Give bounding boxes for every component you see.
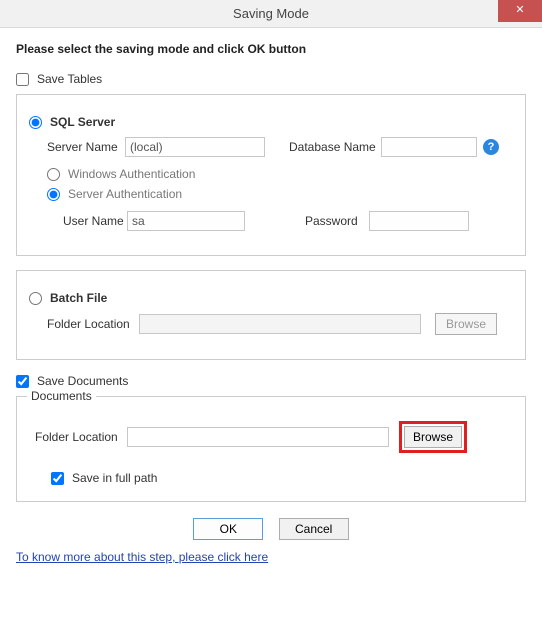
- help-link-row: To know more about this step, please cli…: [16, 550, 526, 564]
- batch-file-group: Batch File Folder Location Browse: [16, 270, 526, 360]
- ok-button[interactable]: OK: [193, 518, 263, 540]
- documents-folder-input[interactable]: [127, 427, 389, 447]
- server-auth-label: Server Authentication: [68, 187, 182, 201]
- windows-auth-radio[interactable]: [47, 168, 60, 181]
- windows-auth-row: Windows Authentication: [47, 167, 513, 181]
- server-name-input[interactable]: [125, 137, 265, 157]
- username-input[interactable]: [127, 211, 245, 231]
- batch-browse-button: Browse: [435, 313, 497, 335]
- database-name-input[interactable]: [381, 137, 477, 157]
- save-tables-label: Save Tables: [37, 72, 102, 86]
- instruction-heading: Please select the saving mode and click …: [16, 42, 526, 56]
- password-input[interactable]: [369, 211, 469, 231]
- batch-file-radio[interactable]: [29, 292, 42, 305]
- sql-server-panel: Server Name Database Name ? Windows Auth…: [29, 137, 513, 231]
- server-auth-radio[interactable]: [47, 188, 60, 201]
- documents-folder-label: Folder Location: [35, 430, 127, 444]
- browse-highlight: Browse: [399, 421, 467, 453]
- close-button[interactable]: ✕: [498, 0, 542, 22]
- server-name-label: Server Name: [47, 140, 125, 154]
- documents-browse-button[interactable]: Browse: [404, 426, 462, 448]
- documents-folder-row: Folder Location Browse: [29, 421, 513, 453]
- database-name-label: Database Name: [289, 140, 381, 154]
- credentials-row: User Name Password: [47, 211, 513, 231]
- sql-server-radio-row: SQL Server: [29, 115, 513, 129]
- save-full-path-row: Save in full path: [51, 471, 513, 485]
- save-full-path-checkbox[interactable]: [51, 472, 64, 485]
- batch-file-radio-label: Batch File: [50, 291, 107, 305]
- batch-folder-input: [139, 314, 421, 334]
- save-full-path-label: Save in full path: [72, 471, 157, 485]
- window-title: Saving Mode: [233, 6, 309, 21]
- windows-auth-label: Windows Authentication: [68, 167, 195, 181]
- batch-folder-row: Folder Location Browse: [29, 313, 513, 335]
- sql-server-radio-label: SQL Server: [50, 115, 115, 129]
- server-db-row: Server Name Database Name ?: [47, 137, 513, 157]
- help-icon[interactable]: ?: [483, 139, 499, 155]
- sql-server-radio[interactable]: [29, 116, 42, 129]
- documents-group: Documents Folder Location Browse Save in…: [16, 396, 526, 502]
- close-icon: ✕: [515, 4, 524, 16]
- server-auth-row: Server Authentication: [47, 187, 513, 201]
- dialog-content: Please select the saving mode and click …: [0, 28, 542, 574]
- batch-file-radio-row: Batch File: [29, 291, 513, 305]
- save-documents-label: Save Documents: [37, 374, 128, 388]
- cancel-button[interactable]: Cancel: [279, 518, 349, 540]
- password-label: Password: [305, 214, 369, 228]
- footer-buttons: OK Cancel: [16, 518, 526, 540]
- tables-options-group: SQL Server Server Name Database Name ? W…: [16, 94, 526, 256]
- help-link[interactable]: To know more about this step, please cli…: [16, 550, 268, 564]
- batch-folder-label: Folder Location: [47, 317, 139, 331]
- username-label: User Name: [63, 214, 127, 228]
- save-tables-checkbox[interactable]: [16, 73, 29, 86]
- documents-legend: Documents: [27, 389, 96, 403]
- save-tables-row: Save Tables: [16, 72, 526, 86]
- title-bar: Saving Mode ✕: [0, 0, 542, 28]
- save-documents-checkbox[interactable]: [16, 375, 29, 388]
- save-documents-row: Save Documents: [16, 374, 526, 388]
